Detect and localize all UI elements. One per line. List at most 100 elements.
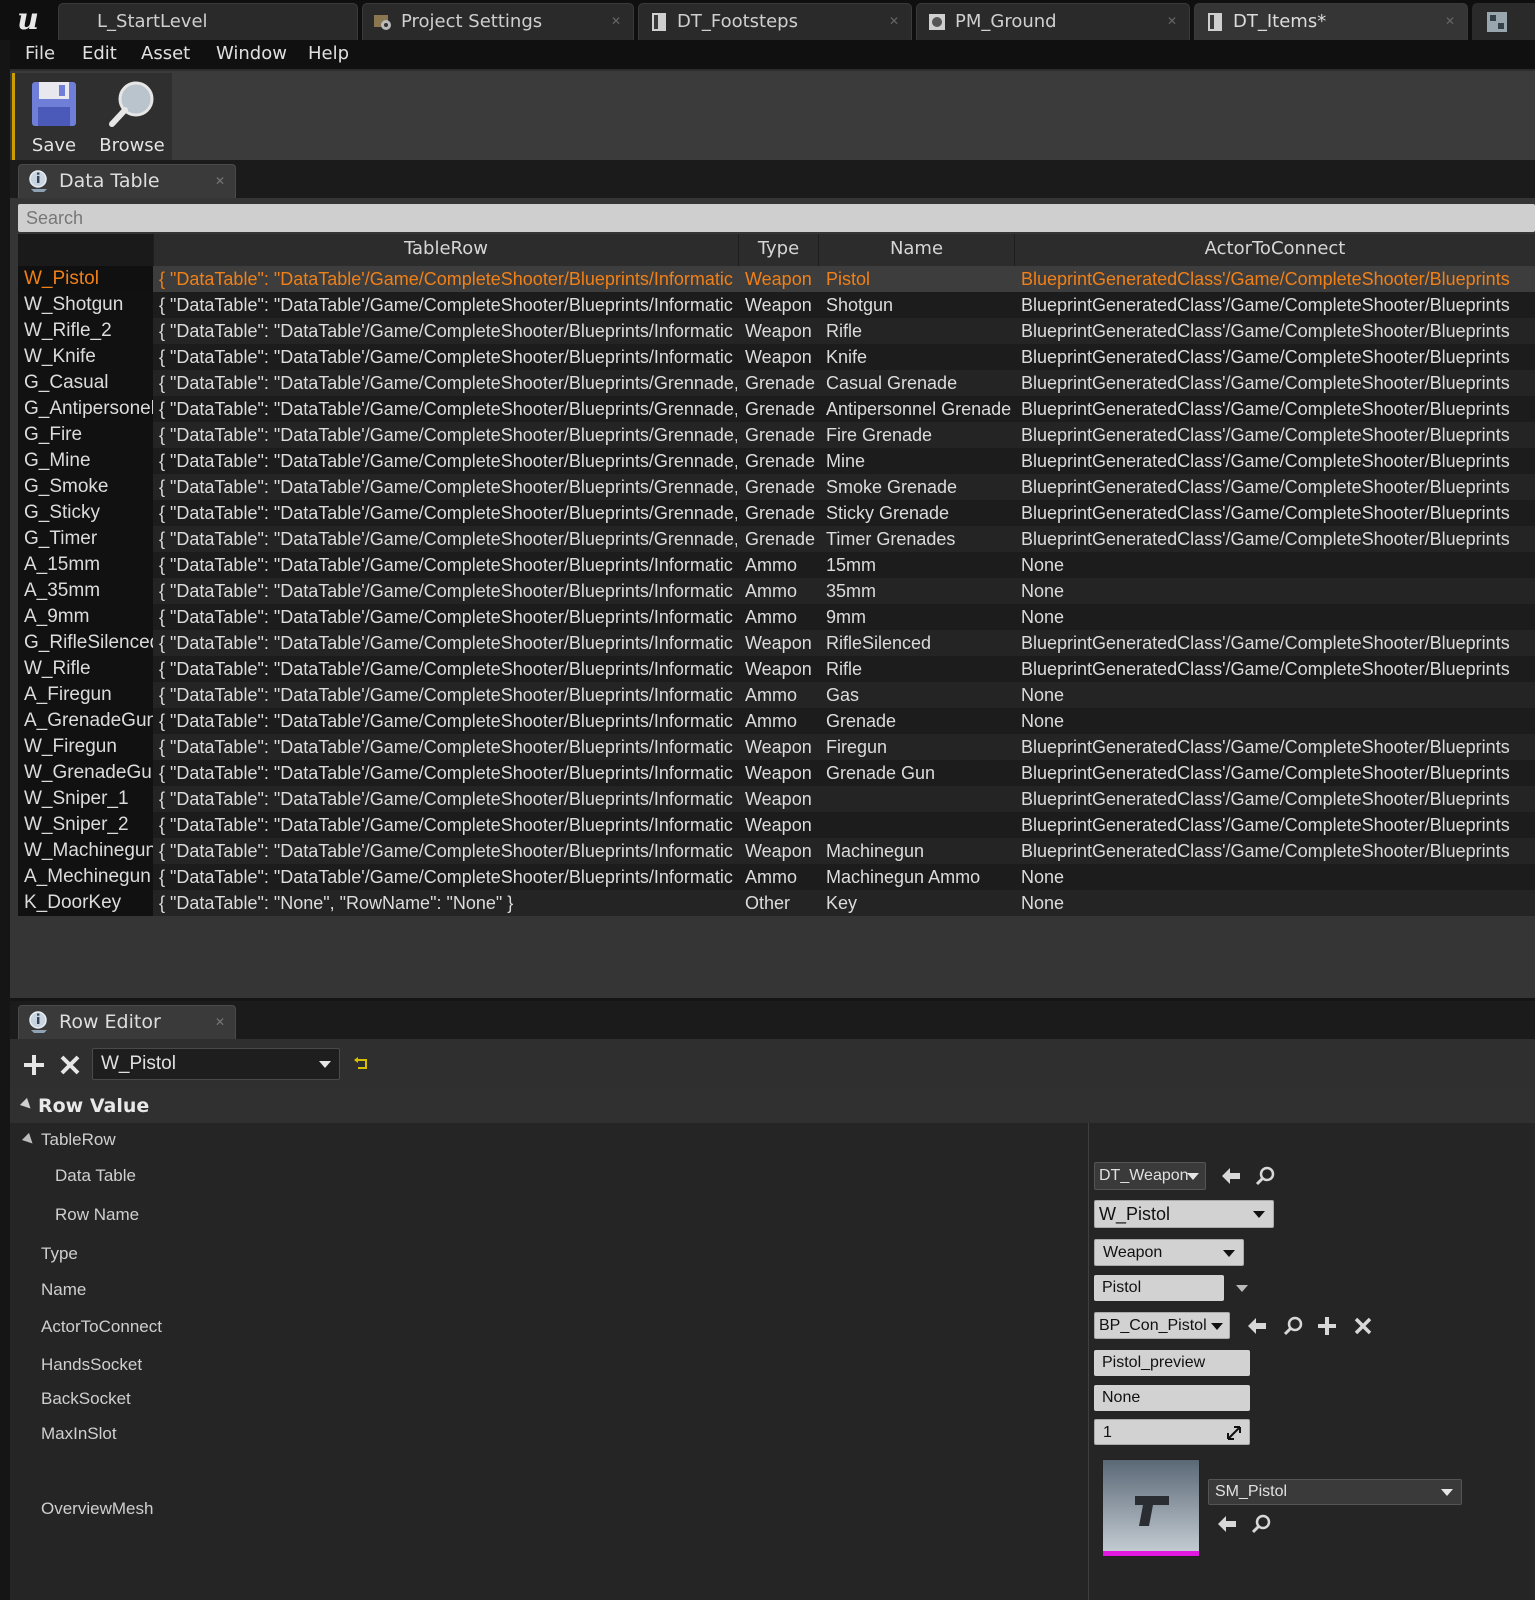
chevron-down-icon[interactable]: [1236, 1285, 1248, 1292]
row-value-header[interactable]: Row Value: [10, 1089, 1535, 1123]
table-row[interactable]: W_Sniper_2 { "DataTable": "DataTable'/Gam…: [18, 812, 1535, 838]
type-cell: Weapon: [745, 737, 812, 757]
tab-row-editor[interactable]: Row Editor ✕: [18, 1005, 236, 1039]
close-icon[interactable]: ✕: [215, 1006, 225, 1038]
table-row[interactable]: W_Pistol { "DataTable": "DataTable'/Game/…: [18, 266, 1535, 292]
collapse-arrow-icon[interactable]: [21, 1132, 37, 1148]
browse-asset-icon[interactable]: [1254, 1165, 1276, 1187]
column-header-name[interactable]: Name: [818, 234, 1014, 266]
table-row[interactable]: G_RifleSilenced { "DataTable": "DataTable…: [18, 630, 1535, 656]
remove-row-icon[interactable]: [58, 1053, 82, 1077]
asset-toolbar: Save Browse: [10, 69, 1535, 161]
table-row[interactable]: W_Shotgun { "DataTable": "DataTable'/Game…: [18, 292, 1535, 318]
back-socket-input[interactable]: None: [1094, 1385, 1250, 1411]
table-row[interactable]: A_Firegun { "DataTable": "DataTable'/Game…: [18, 682, 1535, 708]
table-row[interactable]: W_Sniper_1 { "DataTable": "DataTable'/Gam…: [18, 786, 1535, 812]
tab-project-settings[interactable]: Project Settings ✕: [362, 3, 634, 40]
close-icon[interactable]: ✕: [611, 4, 621, 39]
table-row[interactable]: A_35mm { "DataTable": "DataTable'/Game/Co…: [18, 578, 1535, 604]
row-name-dropdown[interactable]: W_Pistol: [1094, 1200, 1274, 1228]
row-name-cell: A_15mm: [18, 552, 153, 578]
info-icon: [29, 1011, 47, 1033]
chevron-down-icon: [1253, 1211, 1265, 1218]
add-icon[interactable]: [1316, 1315, 1338, 1337]
table-row[interactable]: G_Antipersonel { "DataTable": "DataTable'…: [18, 396, 1535, 422]
column-splitter[interactable]: [1088, 1123, 1089, 1600]
table-row[interactable]: A_GrenadeGun { "DataTable": "DataTable'/G…: [18, 708, 1535, 734]
row-name-cell: W_Rifle: [18, 656, 153, 682]
column-header-actortoconnect[interactable]: ActorToConnect: [1014, 234, 1535, 266]
close-icon[interactable]: ✕: [215, 165, 225, 197]
max-in-slot-value: 1: [1103, 1424, 1112, 1441]
close-icon[interactable]: ✕: [1445, 4, 1455, 39]
table-row[interactable]: W_Rifle_2 { "DataTable": "DataTable'/Game…: [18, 318, 1535, 344]
row-name-cell: G_Mine: [18, 448, 153, 474]
menu-help[interactable]: Help: [308, 40, 349, 67]
data-table-asset-picker[interactable]: DT_Weapon: [1094, 1162, 1206, 1190]
name-input[interactable]: Pistol: [1094, 1275, 1224, 1301]
browse-button[interactable]: Browse: [93, 73, 171, 161]
browse-asset-icon[interactable]: [1250, 1513, 1272, 1535]
table-row[interactable]: A_15mm { "DataTable": "DataTable'/Game/Co…: [18, 552, 1535, 578]
table-row[interactable]: W_Firegun { "DataTable": "DataTable'/Game…: [18, 734, 1535, 760]
clear-icon[interactable]: [1352, 1315, 1374, 1337]
table-row[interactable]: A_Mechinegun { "DataTable": "DataTable'/G…: [18, 864, 1535, 890]
reset-icon[interactable]: [352, 1055, 370, 1073]
data-table-label: Data Table: [55, 1166, 136, 1185]
row-name-cell: G_Fire: [18, 422, 153, 448]
overview-mesh-picker[interactable]: SM_Pistol: [1208, 1479, 1462, 1505]
menu-asset[interactable]: Asset: [141, 40, 190, 67]
table-row[interactable]: W_Machinegun { "DataTable": "DataTable'/G…: [18, 838, 1535, 864]
name-cell: Gas: [826, 685, 860, 705]
actor-class-picker[interactable]: BP_Con_Pistol: [1094, 1312, 1230, 1339]
save-label: Save: [31, 135, 77, 156]
use-selected-arrow-icon[interactable]: [1246, 1315, 1268, 1337]
row-name-cell: W_Sniper_2: [18, 812, 153, 838]
table-row[interactable]: G_Timer { "DataTable": "DataTable'/Game/C…: [18, 526, 1535, 552]
overflow-tab[interactable]: [1472, 3, 1535, 40]
menu-edit[interactable]: Edit: [82, 40, 117, 67]
table-row[interactable]: G_Fire { "DataTable": "DataTable'/Game/Co…: [18, 422, 1535, 448]
actor-value: BP_Con_Pistol: [1099, 1317, 1207, 1334]
name-cell: Grenade Gun: [826, 763, 936, 783]
row-editor-tab-label: Row Editor: [59, 1011, 161, 1033]
table-row[interactable]: G_Casual { "DataTable": "DataTable'/Game/…: [18, 370, 1535, 396]
column-header-tablerow[interactable]: TableRow: [153, 234, 738, 266]
name-cell: Fire Grenade: [826, 425, 933, 445]
table-row[interactable]: W_Knife { "DataTable": "DataTable'/Game/C…: [18, 344, 1535, 370]
row-name-cell: W_Pistol: [18, 266, 153, 292]
type-dropdown[interactable]: Weapon: [1094, 1239, 1244, 1266]
tab-l-startlevel[interactable]: L_StartLevel: [58, 3, 358, 40]
table-row[interactable]: W_GrenadeGun { "DataTable": "DataTable'/G…: [18, 760, 1535, 786]
tab-dt-footsteps[interactable]: DT_Footsteps ✕: [638, 3, 912, 40]
row-select-dropdown[interactable]: W_Pistol: [92, 1048, 340, 1080]
unreal-logo-icon[interactable]: u: [6, 2, 50, 38]
use-selected-arrow-icon[interactable]: [1216, 1513, 1238, 1535]
close-icon[interactable]: ✕: [1167, 4, 1177, 39]
actor-cell: None: [1021, 607, 1065, 627]
mesh-thumbnail[interactable]: [1102, 1459, 1200, 1557]
hands-socket-input[interactable]: Pistol_preview: [1094, 1350, 1250, 1376]
close-icon[interactable]: ✕: [889, 4, 899, 39]
table-row[interactable]: G_Smoke { "DataTable": "DataTable'/Game/C…: [18, 474, 1535, 500]
use-selected-arrow-icon[interactable]: [1220, 1165, 1242, 1187]
table-row[interactable]: G_Sticky { "DataTable": "DataTable'/Game/…: [18, 500, 1535, 526]
menu-window[interactable]: Window: [216, 40, 287, 67]
table-row[interactable]: G_Mine { "DataTable": "DataTable'/Game/Co…: [18, 448, 1535, 474]
menu-file[interactable]: File: [25, 40, 55, 67]
row-name-cell: G_Antipersonel: [18, 396, 153, 422]
name-cell: [826, 812, 1014, 838]
max-in-slot-input[interactable]: 1: [1094, 1419, 1250, 1445]
tab-pm-ground[interactable]: PM_Ground ✕: [916, 3, 1190, 40]
type-cell: Ammo: [745, 711, 798, 731]
search-input[interactable]: [18, 204, 1535, 232]
table-row[interactable]: A_9mm { "DataTable": "DataTable'/Game/Com…: [18, 604, 1535, 630]
table-row[interactable]: W_Rifle { "DataTable": "DataTable'/Game/C…: [18, 656, 1535, 682]
tab-data-table[interactable]: Data Table ✕: [18, 164, 236, 198]
column-header-type[interactable]: Type: [738, 234, 818, 266]
add-row-icon[interactable]: [22, 1053, 46, 1077]
save-button[interactable]: Save: [15, 73, 93, 161]
tab-dt-items[interactable]: DT_Items* ✕: [1194, 3, 1468, 40]
browse-asset-icon[interactable]: [1282, 1315, 1304, 1337]
table-row[interactable]: K_DoorKey { "DataTable": "None", "RowName…: [18, 890, 1535, 916]
